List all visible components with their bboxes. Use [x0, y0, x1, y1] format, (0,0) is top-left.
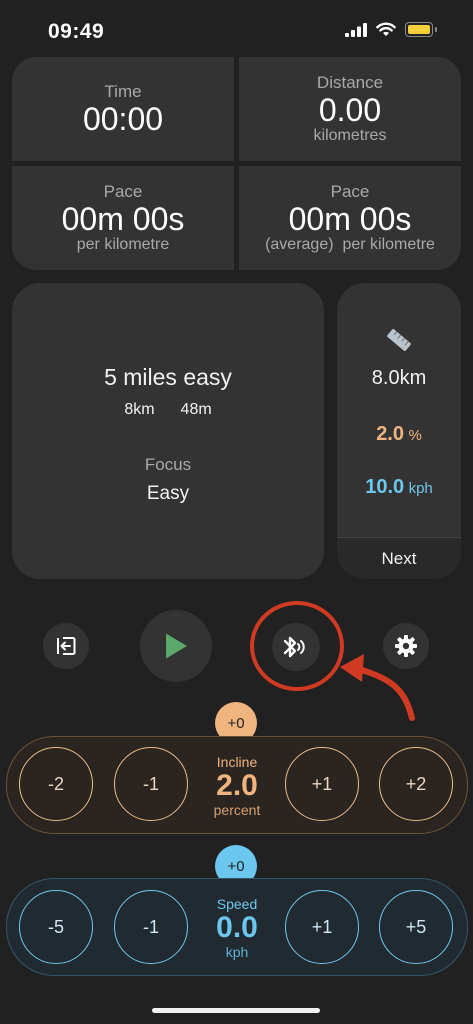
speed-label: Speed — [216, 896, 258, 912]
incline-plus-2-button[interactable]: +2 — [379, 747, 453, 821]
stat-pace-average-value: 00m 00s — [288, 201, 412, 237]
incline-unit: percent — [213, 802, 261, 818]
stat-pace-average: Pace 00m 00s (average) per kilometre — [239, 166, 461, 270]
speed-minus-5-button[interactable]: -5 — [19, 890, 93, 964]
segment-distance: 8.0km — [371, 367, 427, 389]
focus-label: Focus — [144, 455, 192, 474]
status-time: 09:49 — [48, 20, 105, 43]
speed-unit: kph — [225, 944, 249, 960]
focus-value: Easy — [146, 483, 190, 504]
incline-value: 2.0 — [216, 769, 258, 802]
stat-distance-value: 0.00 — [318, 92, 382, 128]
workout-title: 5 miles easy — [104, 364, 232, 390]
settings-button[interactable] — [383, 623, 429, 669]
play-button[interactable] — [140, 610, 212, 682]
workout-distance: 8km — [124, 401, 155, 418]
segment-incline-value: 2.0 — [376, 423, 404, 445]
stat-time-value: 00:00 — [82, 101, 164, 137]
battery-icon — [405, 22, 437, 37]
speed-value: 0.0 — [216, 911, 258, 944]
speed-panel: -5 -1 Speed 0.0 kph +1 +5 — [6, 878, 468, 976]
stat-time: Time 00:00 — [12, 57, 234, 161]
gear-icon — [395, 635, 417, 657]
signal-icon — [345, 22, 367, 37]
incline-minus-2-button[interactable]: -2 — [19, 747, 93, 821]
segment-incline-unit: % — [408, 427, 422, 444]
wifi-icon — [376, 22, 396, 36]
next-button-label: Next — [381, 549, 417, 568]
incline-plus-1-button[interactable]: +1 — [285, 747, 359, 821]
stat-pace-label: Pace — [103, 182, 143, 201]
stat-distance-unit: kilometres — [313, 127, 387, 144]
stat-pace-value: 00m 00s — [61, 201, 185, 237]
stat-pace: Pace 00m 00s per kilometre — [12, 166, 234, 270]
workout-card[interactable]: 5 miles easy 8km 48m Focus Easy — [12, 283, 324, 579]
incline-minus-1-button[interactable]: -1 — [114, 747, 188, 821]
segment-speed: 10.0 kph — [337, 476, 461, 499]
stat-pace-average-label: Pace — [330, 182, 370, 201]
segment-incline: 2.0 % — [337, 423, 461, 446]
workout-duration: 48m — [180, 401, 212, 418]
exit-button[interactable] — [43, 623, 89, 669]
stat-distance: Distance 0.00 kilometres — [239, 57, 461, 161]
play-icon — [166, 633, 187, 659]
speed-minus-1-button[interactable]: -1 — [114, 890, 188, 964]
stat-pace-average-unit: (average) per kilometre — [265, 236, 435, 253]
segment-speed-value: 10.0 — [365, 476, 405, 498]
stat-time-label: Time — [104, 82, 142, 101]
ruler-icon — [387, 329, 411, 351]
home-indicator[interactable] — [152, 1008, 320, 1013]
exit-icon — [57, 637, 76, 655]
incline-label: Incline — [216, 754, 258, 770]
incline-panel: -2 -1 Incline 2.0 percent +1 +2 — [6, 736, 468, 834]
speed-readout: Speed 0.0 kph — [187, 896, 287, 960]
next-button[interactable]: Next — [337, 537, 461, 579]
bluetooth-audio-button[interactable] — [272, 623, 320, 671]
stat-distance-label: Distance — [316, 73, 384, 92]
bluetooth-audio-icon — [283, 636, 305, 658]
status-icons — [345, 22, 437, 37]
speed-plus-1-button[interactable]: +1 — [285, 890, 359, 964]
speed-plus-5-button[interactable]: +5 — [379, 890, 453, 964]
stat-pace-unit: per kilometre — [76, 236, 170, 253]
segment-speed-unit: kph — [408, 480, 433, 497]
incline-readout: Incline 2.0 percent — [187, 754, 287, 818]
segment-card: 8.0km 2.0 % 10.0 kph Next — [337, 283, 461, 579]
workout-meta: 8km 48m — [12, 401, 324, 419]
